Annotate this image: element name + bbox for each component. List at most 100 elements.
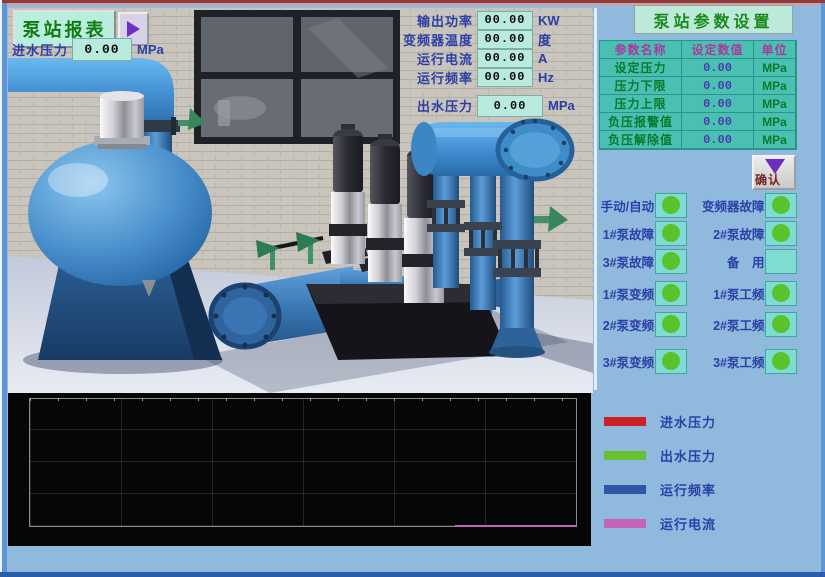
param-unit: MPa (753, 112, 796, 131)
frame-bottom (0, 572, 825, 577)
plot-tick-marks (30, 398, 576, 401)
param-name: 负压解除值 (599, 130, 682, 149)
coupling-cage (464, 222, 502, 256)
param-name: 设定压力 (599, 58, 682, 77)
status-row: 3#泵故障 备 用 (597, 249, 797, 273)
status-label: 3#泵变频 (597, 352, 654, 371)
status-led-pump3-vfd (655, 349, 687, 374)
output-power-unit: KW (538, 13, 560, 28)
legend-swatch-inlet (604, 417, 646, 426)
status-row: 2#泵变频 2#泵工频 (597, 312, 797, 336)
legend-label: 运行频率 (660, 480, 716, 499)
led-icon (662, 352, 680, 370)
param-name: 压力上限 (599, 94, 682, 113)
param-value[interactable]: 0.00 (681, 130, 754, 149)
status-led-pump1-vfd (655, 281, 687, 306)
status-led-pump2-vfd (655, 312, 687, 337)
status-label: 1#泵故障 (597, 224, 654, 243)
led-icon (772, 224, 790, 242)
trend-chart (8, 393, 591, 546)
frame-left-inner (2, 3, 7, 577)
discharge-header (411, 119, 572, 179)
legend-swatch-outlet (604, 451, 646, 460)
status-led-pump1-fault (655, 221, 687, 246)
metric-row: 变频器温度 00.00 度 (370, 30, 590, 48)
inlet-pressure-label: 进水压力 (12, 40, 68, 59)
status-row: 手动/自动 变频器故障 (597, 193, 797, 217)
status-label: 1#泵变频 (597, 284, 654, 303)
settings-row: 负压报警值 0.00 MPa (600, 113, 796, 131)
run-current-unit: A (538, 51, 547, 66)
param-value[interactable]: 0.00 (681, 112, 754, 131)
legend-item: 运行电流 (604, 515, 716, 531)
led-icon (772, 284, 790, 302)
status-led-pump2-fault (765, 221, 797, 246)
metric-row: 输出功率 00.00 KW (370, 11, 590, 29)
param-unit: MPa (753, 94, 796, 113)
status-label: 3#泵故障 (597, 252, 654, 271)
trend-plot-area (29, 398, 577, 527)
param-value[interactable]: 0.00 (681, 94, 754, 113)
metric-row: 运行频率 00.00 Hz (370, 68, 590, 86)
output-power-value: 00.00 (477, 11, 533, 30)
run-frequency-label: 运行频率 (370, 68, 473, 87)
status-led-pump3-fault (655, 249, 687, 274)
trace-run-current (455, 525, 577, 527)
status-label: 2#泵变频 (597, 315, 654, 334)
settings-row: 压力上限 0.00 MPa (600, 95, 796, 113)
outlet-pressure-row: 出水压力 0.00 MPa (392, 95, 593, 116)
param-value[interactable]: 0.00 (681, 76, 754, 95)
led-icon (772, 352, 790, 370)
status-row: 3#泵变频 3#泵工频 (597, 349, 797, 373)
param-value[interactable]: 0.00 (681, 58, 754, 77)
status-led-manual-auto (655, 193, 687, 218)
status-label: 1#泵工频 (690, 284, 765, 303)
inlet-pressure-unit: MPa (137, 42, 164, 57)
param-unit: MPa (753, 58, 796, 77)
led-icon (662, 284, 680, 302)
pump-station-hmi: 泵站报表 进水压力 0.00 MPa 输出功率 00.00 KW 变频器温度 0… (0, 0, 825, 577)
settings-row: 负压解除值 0.00 MPa (600, 131, 796, 149)
play-icon (127, 21, 140, 37)
status-label: 2#泵故障 (690, 224, 765, 243)
settings-row: 设定压力 0.00 MPa (600, 59, 796, 77)
status-led-spare (765, 249, 797, 274)
run-frequency-unit: Hz (538, 70, 554, 85)
col-header-name: 参数名称 (599, 40, 682, 59)
inverter-temp-label: 变频器温度 (370, 30, 473, 49)
legend-item: 运行频率 (604, 481, 716, 497)
tank-top-cylinder (100, 96, 144, 138)
frame-right (821, 3, 825, 577)
param-unit: MPa (753, 76, 796, 95)
pump-station-scene: 泵站报表 进水压力 0.00 MPa 输出功率 00.00 KW 变频器温度 0… (8, 8, 593, 393)
param-name: 压力下限 (599, 76, 682, 95)
led-icon (662, 315, 680, 333)
outlet-pressure-value: 0.00 (477, 95, 543, 117)
legend-item: 出水压力 (604, 447, 716, 463)
settings-header-row: 参数名称 设定数值 单位 (600, 41, 796, 59)
inlet-pressure-row: 进水压力 0.00 MPa (12, 38, 164, 61)
run-frequency-value: 00.00 (477, 68, 533, 87)
legend-label: 运行电流 (660, 514, 716, 533)
run-current-label: 运行电流 (370, 49, 473, 68)
legend-swatch-frequency (604, 485, 646, 494)
led-icon (662, 252, 680, 270)
run-current-value: 00.00 (477, 49, 533, 68)
led-icon (662, 196, 680, 214)
col-header-unit: 单位 (753, 40, 796, 59)
inlet-pressure-value: 0.00 (72, 38, 132, 61)
confirm-button[interactable]: 确认 (752, 155, 796, 190)
legend-label: 进水压力 (660, 412, 716, 431)
status-label: 变频器故障 (690, 196, 765, 215)
status-led-pump2-mains (765, 312, 797, 337)
outlet-pressure-label: 出水压力 (392, 96, 473, 115)
led-icon (772, 315, 790, 333)
inverter-temp-value: 00.00 (477, 30, 533, 49)
led-icon (772, 196, 790, 214)
output-power-label: 输出功率 (370, 11, 473, 30)
status-label: 备 用 (690, 252, 765, 271)
legend-item: 进水压力 (604, 413, 716, 429)
status-row: 1#泵故障 2#泵故障 (597, 221, 797, 245)
settings-title: 泵站参数设置 (634, 5, 793, 34)
legend-swatch-current (604, 519, 646, 528)
